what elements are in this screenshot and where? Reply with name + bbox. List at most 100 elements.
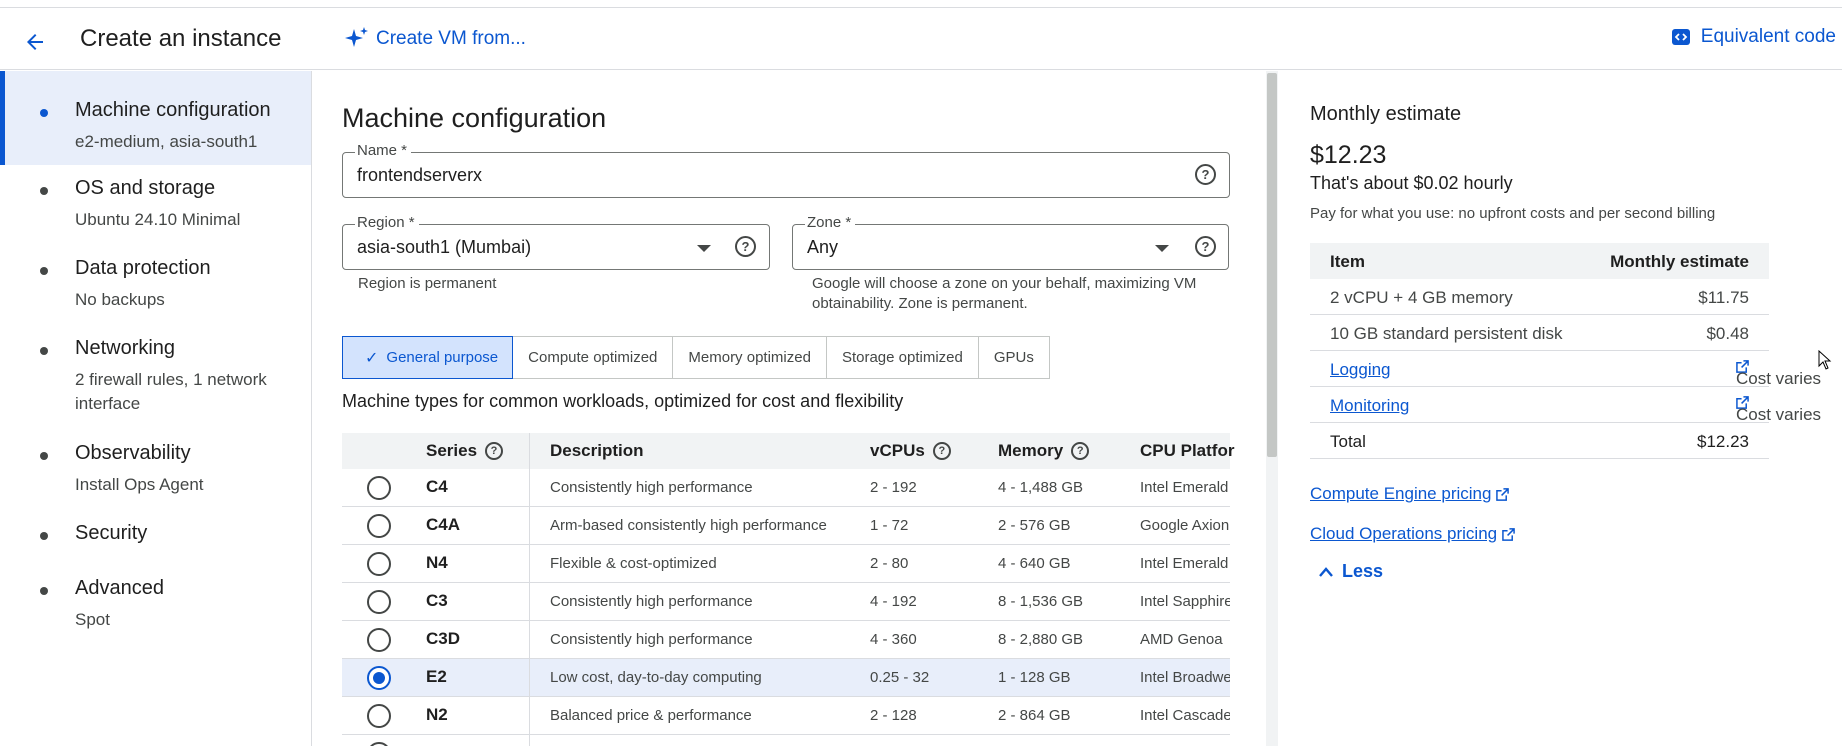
estimate-price: $12.23 <box>1310 141 1387 169</box>
estimate-row: Monitoring Cost varies <box>1310 387 1821 424</box>
tab-general-purpose[interactable]: ✓ General purpose <box>342 336 514 379</box>
less-button[interactable]: Less <box>1318 561 1383 582</box>
radio-button[interactable] <box>367 704 391 728</box>
series-cell: N4 <box>426 553 448 572</box>
column-divider <box>529 735 530 746</box>
description-cell: Arm-based consistently high performance <box>550 517 827 534</box>
main-scrollbar[interactable] <box>1266 71 1278 746</box>
table-row[interactable]: N4 Flexible & cost-optimized 2 - 80 4 - … <box>342 545 1230 583</box>
column-divider <box>529 583 530 620</box>
column-divider <box>529 659 530 696</box>
main-content: Machine configuration Name * frontendser… <box>312 71 1266 746</box>
active-indicator <box>0 71 5 165</box>
help-icon[interactable]: ? <box>1195 236 1216 257</box>
sidebar-item-machine-configuration[interactable]: Machine configuration e2-medium, asia-so… <box>0 71 311 165</box>
description-cell: Consistently high performance <box>550 479 753 496</box>
radio-button[interactable] <box>367 552 391 576</box>
radio-button-checked[interactable] <box>367 666 391 690</box>
back-button[interactable] <box>20 27 50 57</box>
nav-bullet <box>40 452 48 460</box>
sidebar-item-data-protection[interactable]: Data protection No backups <box>0 245 311 315</box>
radio-button[interactable] <box>367 476 391 500</box>
tab-gpus[interactable]: GPUs <box>977 336 1050 379</box>
logging-cost-varies-link[interactable]: Cost varies <box>1736 360 1821 388</box>
tab-memory-optimized[interactable]: Memory optimized <box>672 336 827 379</box>
cpu-platform-cell: Intel Broadwe <box>1140 669 1230 686</box>
tab-compute-optimized[interactable]: Compute optimized <box>512 336 674 379</box>
column-header-series: Series ? <box>426 441 504 461</box>
tab-description: Machine types for common workloads, opti… <box>342 391 904 411</box>
help-icon[interactable]: ? <box>485 442 504 460</box>
table-row-selected[interactable]: E2 Low cost, day-to-day computing 0.25 -… <box>342 659 1230 697</box>
estimate-item: 10 GB standard persistent disk <box>1330 324 1563 343</box>
sidebar-item-os-and-storage[interactable]: OS and storage Ubuntu 24.10 Minimal <box>0 165 311 235</box>
cpu-platform-cell: Intel Emerald <box>1140 479 1229 496</box>
tab-label: Compute optimized <box>528 349 658 366</box>
page-title: Create an instance <box>80 25 282 52</box>
monitoring-link[interactable]: Monitoring <box>1330 396 1409 416</box>
region-field-value: asia-south1 (Mumbai) <box>357 237 532 257</box>
column-divider <box>529 697 530 734</box>
cpu-platform-cell: Intel Sapphire <box>1140 593 1230 610</box>
logging-link[interactable]: Logging <box>1330 360 1391 380</box>
cloud-operations-pricing-link[interactable]: Cloud Operations pricing <box>1310 524 1515 544</box>
table-row[interactable]: C3D Consistently high performance 4 - 36… <box>342 621 1230 659</box>
region-field-label: Region * <box>355 214 419 231</box>
sidebar-item-advanced[interactable]: Advanced Spot <box>0 565 311 635</box>
estimate-hourly: That's about $0.02 hourly <box>1310 173 1513 193</box>
machine-family-tabs: ✓ General purpose Compute optimized Memo… <box>342 336 1050 379</box>
memory-cell: 2 - 576 GB <box>998 517 1071 534</box>
help-icon[interactable]: ? <box>1071 442 1090 460</box>
create-vm-from-button[interactable]: Create VM from... <box>344 26 526 52</box>
name-field[interactable]: Name * frontendserverx ? <box>342 142 1230 198</box>
nav-bullet <box>40 347 48 355</box>
compute-engine-pricing-link[interactable]: Compute Engine pricing <box>1310 484 1510 504</box>
memory-cell: 2 - 864 GB <box>998 707 1071 724</box>
link-label: Cloud Operations pricing <box>1310 524 1498 543</box>
code-icon <box>1671 29 1690 45</box>
column-header-description: Description <box>550 441 644 461</box>
zone-field-value: Any <box>807 237 839 257</box>
cpu-platform-cell: Intel Emerald <box>1140 555 1229 572</box>
table-row[interactable]: C3 Consistently high performance 4 - 192… <box>342 583 1230 621</box>
header-label: vCPUs <box>870 441 925 460</box>
monitoring-cost-varies-link[interactable]: Cost varies <box>1736 396 1821 424</box>
equivalent-code-button[interactable]: Equivalent code <box>1671 26 1836 48</box>
sidebar-item-label: Machine configuration <box>75 99 271 121</box>
nav-bullet <box>40 587 48 595</box>
radio-button[interactable] <box>367 590 391 614</box>
table-row-partial[interactable] <box>342 735 1230 746</box>
zone-select[interactable]: Zone * Any ? <box>792 214 1229 270</box>
table-row[interactable]: C4 Consistently high performance 2 - 192… <box>342 469 1230 507</box>
sidebar-item-sub: 2 firewall rules, 1 network interface <box>75 370 267 413</box>
sidebar-item-label: Security <box>75 522 148 544</box>
vcpus-cell: 0.25 - 32 <box>870 669 930 686</box>
table-row[interactable]: C4A Arm-based consistently high performa… <box>342 507 1230 545</box>
page-header: Create an instance Create VM from... Equ… <box>0 8 1842 70</box>
memory-cell: 1 - 128 GB <box>998 669 1071 686</box>
vcpus-cell: 1 - 72 <box>870 517 909 534</box>
cost-varies-label: Cost varies <box>1736 369 1822 388</box>
series-cell: C4A <box>426 515 461 534</box>
radio-button[interactable] <box>367 514 391 538</box>
vcpus-cell: 2 - 80 <box>870 555 909 572</box>
estimate-row: 2 vCPU + 4 GB memory $11.75 <box>1310 279 1769 315</box>
radio-button[interactable] <box>367 628 391 652</box>
sidebar-item-sub: Ubuntu 24.10 Minimal <box>75 210 241 229</box>
tab-label: Memory optimized <box>688 349 811 366</box>
tab-storage-optimized[interactable]: Storage optimized <box>825 336 979 379</box>
sidebar-item-security[interactable]: Security <box>0 510 311 554</box>
region-select[interactable]: Region * asia-south1 (Mumbai) ? <box>342 214 770 270</box>
sidebar-item-observability[interactable]: Observability Install Ops Agent <box>0 430 311 500</box>
radio-button[interactable] <box>367 742 391 746</box>
help-icon[interactable]: ? <box>932 442 951 460</box>
column-divider <box>529 433 530 469</box>
help-icon[interactable]: ? <box>1195 164 1216 185</box>
estimate-row: 10 GB standard persistent disk $0.48 <box>1310 315 1769 351</box>
scrollbar-thumb[interactable] <box>1267 73 1277 457</box>
table-row[interactable]: N2 Balanced price & performance 2 - 128 … <box>342 697 1230 735</box>
memory-cell: 4 - 640 GB <box>998 555 1071 572</box>
column-divider <box>529 507 530 544</box>
help-icon[interactable]: ? <box>735 236 756 257</box>
sidebar-item-networking[interactable]: Networking 2 firewall rules, 1 network i… <box>0 325 311 415</box>
